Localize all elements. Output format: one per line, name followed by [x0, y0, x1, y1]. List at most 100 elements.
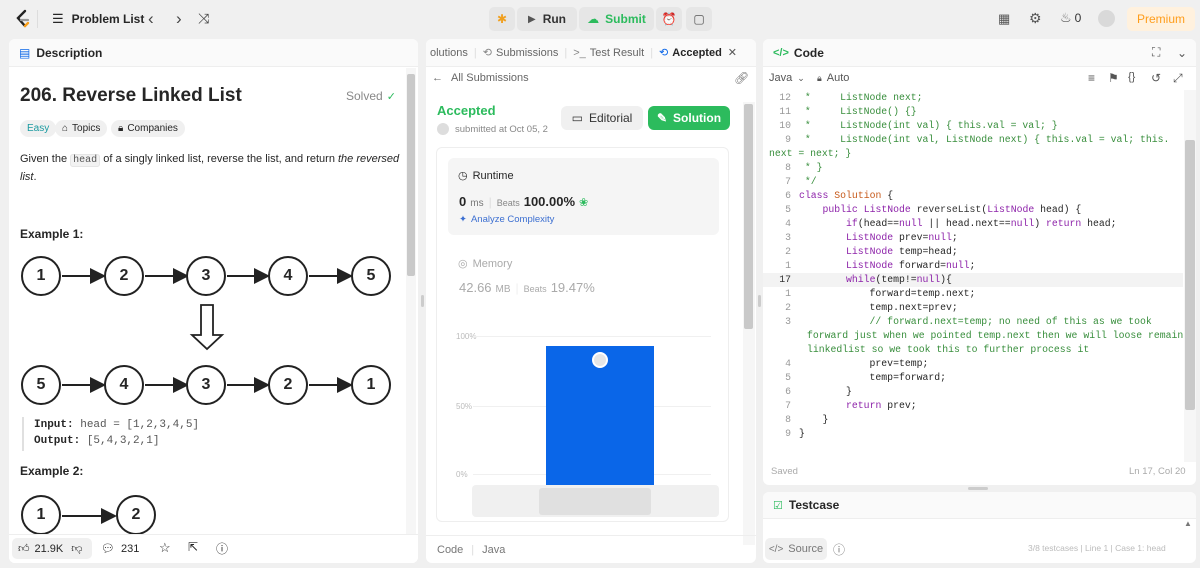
- timer-button[interactable]: ⏰: [656, 7, 682, 31]
- help-icon[interactable]: ⓘ: [833, 541, 845, 558]
- code-scrollbar[interactable]: [1184, 90, 1196, 462]
- stat-divider: |: [488, 195, 492, 209]
- submitted-text: submitted at Oct 05, 2: [455, 123, 548, 135]
- memory-value: 42.66: [459, 280, 492, 295]
- problem-list-button[interactable]: ☰ Problem List: [52, 11, 144, 27]
- auto-mode[interactable]: 🔒︎ Auto: [817, 72, 849, 84]
- close-icon[interactable]: ✕: [728, 46, 737, 59]
- problem-title[interactable]: 206. Reverse Linked List: [20, 85, 242, 107]
- description-footer: 👍︎ 21.9K 👎︎ 💬︎ 231 ☆ ⇱ ⓘ: [9, 534, 418, 563]
- list-node: 1: [21, 256, 61, 296]
- companies-tag[interactable]: 🔒︎ Companies: [111, 120, 185, 137]
- streak-counter[interactable]: ♨ 0: [1060, 10, 1081, 26]
- submitted-info: submitted at Oct 05, 2: [437, 123, 548, 135]
- source-button[interactable]: </> Source: [765, 538, 827, 560]
- terminal-icon: >_: [573, 46, 586, 59]
- panel-resize-handle[interactable]: [758, 295, 761, 307]
- code-brackets-icon: </>: [768, 543, 784, 555]
- next-problem-icon[interactable]: ›: [176, 9, 182, 29]
- back-to-submissions[interactable]: ← All Submissions: [432, 72, 529, 84]
- thumbs-down-icon: 👎︎: [71, 543, 83, 555]
- runtime-label: Runtime: [472, 169, 514, 182]
- tab-description[interactable]: Description: [36, 46, 102, 60]
- difficulty-tag[interactable]: Easy: [20, 120, 57, 137]
- star-icon[interactable]: ☆: [159, 540, 171, 556]
- expand-icon[interactable]: ⛶: [1152, 45, 1160, 60]
- streak-count: 0: [1074, 11, 1082, 25]
- scrollbar-thumb[interactable]: [407, 74, 415, 276]
- tab-testcase[interactable]: Testcase: [789, 498, 839, 512]
- scrollbar-thumb[interactable]: [744, 104, 753, 329]
- description-panel: ▤ Description 206. Reverse Linked List S…: [9, 39, 418, 563]
- input-label: Input:: [34, 419, 74, 431]
- link-icon[interactable]: 🔗︎: [734, 71, 749, 85]
- scrollbar-thumb[interactable]: [1185, 140, 1195, 410]
- lock-icon: 🔒︎: [817, 72, 822, 83]
- saved-status: Saved: [771, 466, 798, 477]
- like-button[interactable]: 👍︎ 21.9K 👎︎: [12, 538, 92, 559]
- reset-icon[interactable]: ↺: [1151, 71, 1161, 85]
- editorial-button[interactable]: ▭ Editorial: [561, 106, 643, 130]
- description-scrollbar[interactable]: [406, 68, 416, 534]
- list-node: 3: [186, 365, 226, 405]
- tab-submissions[interactable]: Submissions: [496, 47, 558, 59]
- leetcode-logo[interactable]: [14, 9, 32, 29]
- solved-label: Solved: [346, 89, 383, 103]
- solution-button[interactable]: ✎ Solution: [648, 106, 730, 130]
- bug-icon: ✱: [496, 12, 508, 26]
- help-icon[interactable]: ⓘ: [216, 540, 228, 557]
- layout-icon[interactable]: ▦: [998, 11, 1010, 27]
- tab-accepted[interactable]: Accepted: [672, 47, 722, 59]
- code-panel: </> Code ⛶ ⌄ Java ⌄ 🔒︎ Auto ≡ ⚑ {} ↺ ⤢ 1…: [763, 39, 1196, 485]
- example-output: Output: [5,4,3,2,1]: [34, 435, 159, 447]
- status-label: Accepted: [437, 103, 496, 118]
- problem-list-label: Problem List: [71, 12, 145, 26]
- document-icon: ▤: [19, 45, 31, 60]
- language-select[interactable]: Java ⌄: [769, 72, 805, 84]
- share-icon[interactable]: ⇱: [188, 540, 198, 554]
- checkbox-icon: ☑: [773, 499, 783, 512]
- collapse-chevron-icon[interactable]: ⌄: [1177, 46, 1187, 60]
- debug-button[interactable]: ✱: [489, 7, 515, 31]
- comments-button[interactable]: 💬︎ 231: [101, 542, 140, 556]
- settings-gear-icon[interactable]: ⚙: [1029, 10, 1042, 27]
- comment-count: 231: [120, 542, 140, 555]
- tab-divider: |: [650, 46, 654, 59]
- braces-icon[interactable]: {}: [1128, 71, 1135, 83]
- user-avatar-marker: [592, 352, 608, 368]
- memory-label: Memory: [472, 257, 513, 270]
- tab-solutions[interactable]: olutions: [430, 47, 468, 59]
- panel-resize-handle[interactable]: [421, 295, 424, 307]
- statement-emphasis: the reversed: [338, 153, 400, 165]
- tab-divider: |: [473, 46, 477, 59]
- submission-scrollbar[interactable]: [743, 102, 755, 545]
- settings-icon[interactable]: ⤢: [1173, 71, 1183, 86]
- premium-button[interactable]: Premium: [1127, 7, 1195, 31]
- history-icon: ⟲: [482, 47, 492, 59]
- chart-range-slider[interactable]: [472, 485, 719, 517]
- format-icon[interactable]: ≡: [1088, 71, 1095, 85]
- output-label: Output:: [34, 435, 81, 447]
- avatar[interactable]: [1098, 10, 1115, 27]
- testcase-scroll-arrow[interactable]: ▲: [1184, 519, 1196, 533]
- run-button[interactable]: ▶ Run: [517, 7, 577, 31]
- history-icon: ⟲: [659, 47, 669, 59]
- tab-code[interactable]: Code: [794, 46, 824, 60]
- range-slider-window[interactable]: [539, 488, 651, 515]
- shuffle-icon[interactable]: ⤨: [198, 10, 209, 27]
- submit-button[interactable]: ☁ Submit: [579, 7, 654, 31]
- bookmark-icon[interactable]: ⚑: [1108, 71, 1119, 85]
- edit-icon: ✎: [656, 111, 668, 125]
- topics-tag[interactable]: ⌂ Topics: [55, 120, 108, 137]
- note-icon: ▢: [693, 12, 705, 26]
- memory-header[interactable]: ◎ Memory: [458, 257, 513, 271]
- prev-problem-icon[interactable]: ‹: [148, 9, 154, 29]
- notes-button[interactable]: ▢: [686, 7, 712, 31]
- panel-resize-handle[interactable]: [968, 487, 988, 490]
- fire-icon: ♨: [1060, 10, 1072, 25]
- code-editor[interactable]: 12 * ListNode next; 11 * ListNode() {} 1…: [763, 90, 1183, 460]
- testcase-header: ☑ Testcase: [763, 492, 1196, 519]
- analyze-complexity-link[interactable]: ✦ Analyze Complexity: [459, 214, 554, 225]
- description-header: ▤ Description: [9, 39, 418, 67]
- tab-test-result[interactable]: Test Result: [590, 47, 644, 59]
